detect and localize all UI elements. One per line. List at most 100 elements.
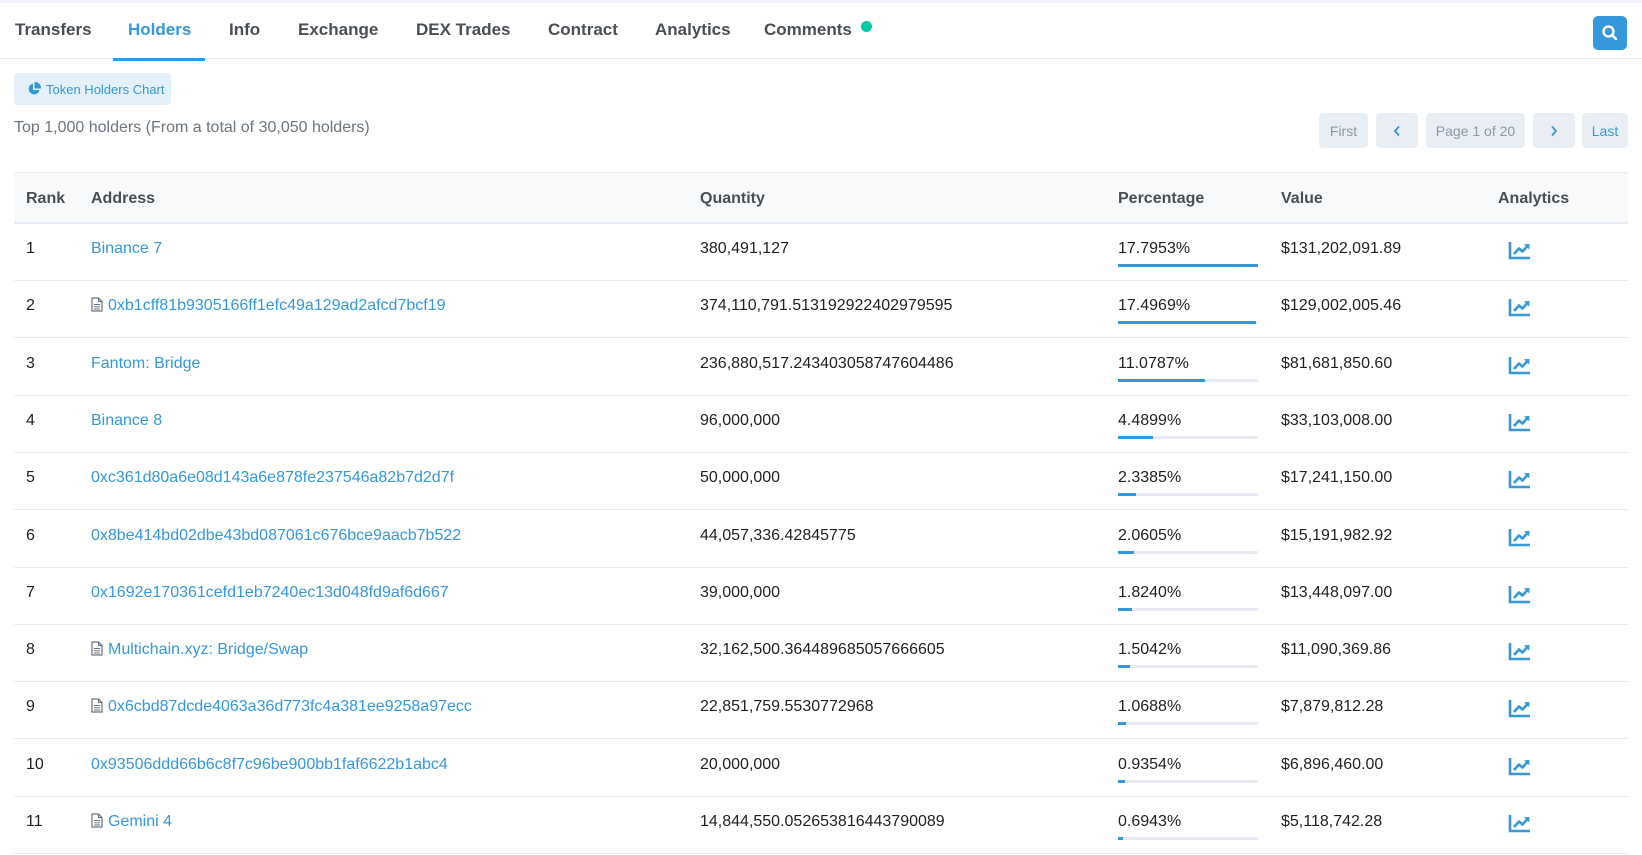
percentage-progress-bar: [1118, 722, 1258, 726]
tab-exchange[interactable]: Exchange: [298, 20, 378, 40]
tab-holders[interactable]: Holders: [128, 20, 191, 40]
trending-up-icon: [1508, 528, 1530, 546]
token-holders-chart-label: Token Holders Chart: [46, 82, 165, 97]
row-percentage: 17.7953%: [1118, 240, 1191, 257]
row-address-link[interactable]: Binance 7: [91, 240, 162, 258]
tab-contract[interactable]: Contract: [548, 20, 618, 40]
row-address-text: 0xc361d80a6e08d143a6e878fe237546a82b7d2d…: [91, 469, 455, 487]
row-address-link[interactable]: Binance 8: [91, 412, 162, 430]
table-row: 6 0x8be414bd02dbe43bd087061c676bce9aacb7b…: [14, 511, 1628, 568]
row-percentage: 2.3385%: [1118, 469, 1182, 487]
trending-up-icon: [1508, 700, 1530, 718]
percentage-progress-bar: [1118, 264, 1258, 267]
percentage-progress-bar: [1118, 607, 1258, 611]
row-percentage: 17.4969%: [1118, 297, 1191, 315]
row-analytics-button[interactable]: [1508, 640, 1532, 662]
row-analytics-button[interactable]: [1508, 526, 1532, 548]
row-percentage: 1.8240%: [1118, 583, 1182, 601]
trending-up-icon: [1508, 242, 1530, 260]
row-percentage: 1.5042%: [1118, 641, 1182, 659]
row-analytics-button[interactable]: [1508, 697, 1532, 719]
trending-up-icon: [1508, 757, 1530, 775]
row-rank: 5: [26, 469, 35, 487]
table-row: 10 0x93506ddd66b6c8f7c96be900bb1faf6622b1…: [14, 740, 1628, 797]
row-value: $6,896,460.00: [1281, 755, 1384, 773]
row-address-link[interactable]: Fantom: Bridge: [91, 355, 200, 373]
token-holders-chart-button[interactable]: Token Holders Chart: [14, 73, 171, 105]
table-row: 9 0x6cbd87dcde4063a36d773fc4a381ee9258a97…: [14, 682, 1628, 740]
comments-notification-dot: [861, 21, 872, 32]
trending-up-icon: [1508, 356, 1530, 374]
row-rank: 1: [26, 240, 35, 257]
row-percentage: 1.0688%: [1118, 698, 1182, 716]
tab-comments[interactable]: Comments: [764, 20, 852, 40]
row-percentage: 0.6943%: [1118, 813, 1182, 830]
row-address-link[interactable]: 0xc361d80a6e08d143a6e878fe237546a82b7d2d…: [91, 469, 454, 487]
header-percentage: Percentage: [1118, 190, 1205, 207]
row-analytics-button[interactable]: [1508, 468, 1532, 490]
trending-up-icon: [1508, 471, 1530, 489]
percentage-progress-fill: [1118, 607, 1133, 611]
row-rank: 4: [26, 411, 35, 429]
tab-info[interactable]: Info: [229, 20, 260, 40]
holders-summary: Top 1,000 holders (From a total of 30,05…: [14, 119, 370, 136]
row-analytics-button[interactable]: [1508, 411, 1532, 433]
row-address-link[interactable]: 0x6cbd87dcde4063a36d773fc4a381ee9258a97e…: [91, 698, 472, 716]
percentage-progress-fill: [1118, 779, 1126, 783]
row-value: $5,118,742.28: [1281, 813, 1383, 830]
pager-first-button[interactable]: First: [1319, 113, 1368, 148]
row-rank: 8: [26, 641, 35, 659]
file-icon: [91, 641, 103, 656]
table-row: 7 0x1692e170361cefd1eb7240ec13d048fd9af6d…: [14, 568, 1628, 625]
row-analytics-button[interactable]: [1508, 354, 1532, 376]
header-address: Address: [91, 190, 156, 207]
table-row: 2 0xb1cff81b9305166ff1efc49a129ad2afcd7bc…: [14, 281, 1628, 339]
trending-up-icon: [1508, 585, 1530, 604]
row-value: $7,879,812.28: [1281, 698, 1384, 716]
row-analytics-button[interactable]: [1508, 583, 1532, 605]
trending-up-icon: [1508, 299, 1530, 317]
row-quantity: 22,851,759.5530772968: [700, 698, 874, 716]
row-address-link[interactable]: 0x93506ddd66b6c8f7c96be900bb1faf6622b1ab…: [91, 756, 448, 774]
table-row: 5 0xc361d80a6e08d143a6e878fe237546a82b7d2…: [14, 453, 1628, 511]
header-value: Value: [1281, 190, 1323, 207]
row-value: $11,090,369.86: [1281, 641, 1392, 659]
token-tabs-bar: Transfers Holders Info Exchange DEX Trad…: [0, 0, 1642, 61]
row-address-link[interactable]: 0xb1cff81b9305166ff1efc49a129ad2afcd7bcf…: [91, 297, 446, 315]
pager-next-button[interactable]: [1533, 113, 1575, 148]
row-address-text: 0x93506ddd66b6c8f7c96be900bb1faf6622b1ab…: [91, 755, 448, 773]
chevron-right-icon: [1551, 125, 1558, 136]
percentage-progress-bar: [1118, 550, 1258, 554]
tab-analytics[interactable]: Analytics: [655, 20, 731, 40]
row-percentage: 2.0605%: [1118, 526, 1182, 544]
search-button[interactable]: [1593, 16, 1627, 50]
row-address-link[interactable]: 0x1692e170361cefd1eb7240ec13d048fd9af6d6…: [91, 584, 449, 602]
row-percentage: 11.0787%: [1118, 354, 1189, 372]
row-analytics-button[interactable]: [1508, 755, 1532, 777]
table-row: 4 Binance 8 96,000,000 4.4899% $33,103,008.0…: [14, 396, 1628, 453]
pager-prev-button[interactable]: [1376, 113, 1418, 148]
row-quantity: 374,110,791.513192922402979595: [700, 297, 953, 315]
trending-up-icon: [1508, 413, 1530, 432]
tab-dex-trades[interactable]: DEX Trades: [416, 20, 511, 40]
row-address-link[interactable]: 0x8be414bd02dbe43bd087061c676bce9aacb7b5…: [91, 527, 461, 545]
row-address-link[interactable]: Multichain.xyz: Bridge/Swap: [91, 641, 308, 659]
row-value: $129,002,005.46: [1281, 297, 1402, 315]
row-value: $33,103,008.00: [1281, 411, 1393, 429]
percentage-progress-fill: [1118, 264, 1258, 267]
tab-transfers[interactable]: Transfers: [15, 20, 92, 40]
header-rank: Rank: [26, 190, 66, 207]
row-address-text: Binance 8: [91, 411, 163, 429]
row-rank: 7: [26, 583, 35, 601]
file-icon: [91, 813, 103, 828]
pager-last-button[interactable]: Last: [1582, 113, 1628, 148]
row-value: $131,202,091.89: [1281, 240, 1402, 257]
row-rank: 6: [26, 526, 35, 544]
row-analytics-button[interactable]: [1508, 296, 1532, 318]
row-analytics-button[interactable]: [1508, 239, 1532, 261]
row-address-text: 0xb1cff81b9305166ff1efc49a129ad2afcd7bcf…: [108, 297, 446, 315]
row-analytics-button[interactable]: [1508, 812, 1532, 834]
row-address-text: 0x1692e170361cefd1eb7240ec13d048fd9af6d6…: [91, 583, 449, 601]
row-address-link[interactable]: Gemini 4: [91, 813, 172, 831]
row-percentage: 0.9354%: [1118, 755, 1182, 773]
